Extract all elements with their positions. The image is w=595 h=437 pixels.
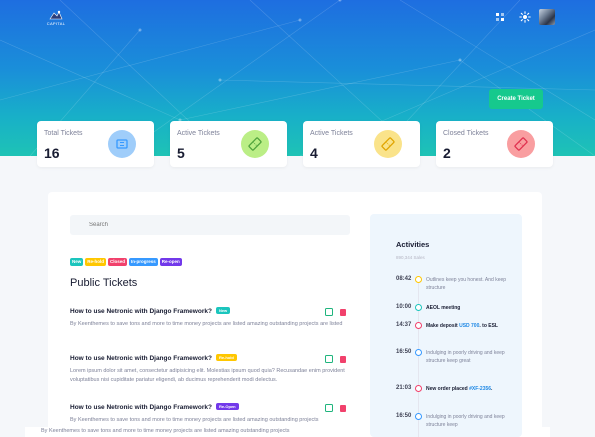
timeline-time: 14:37	[396, 322, 412, 328]
timeline-dot	[415, 385, 422, 392]
delete-icon[interactable]	[340, 405, 346, 412]
stat-label: Active Tickets	[310, 130, 353, 137]
public-tickets-title: Public Tickets	[70, 277, 138, 289]
chip-re-open[interactable]: Re-open	[159, 258, 182, 266]
ticket-icon	[108, 130, 136, 158]
timeline-text: Indulging in poorly driving and keep str…	[426, 350, 505, 364]
ticket-description: By Keenthemes to save tons and more to t…	[70, 321, 343, 327]
search-input[interactable]	[70, 215, 350, 235]
ticket-status-badge: Re-Open	[215, 403, 239, 410]
timeline-time: 21:03	[396, 385, 412, 391]
timeline-text: Outlines keep you honest. And keep struc…	[426, 277, 507, 291]
edit-icon[interactable]	[325, 404, 333, 412]
ticket-title[interactable]: How to use Netronic with Django Framewor…	[70, 403, 239, 411]
stat-value: 4	[310, 145, 318, 161]
ticket-description: Lorem ipsum dolor sit amet, consectetur …	[70, 368, 345, 383]
ticket-icon	[241, 130, 269, 158]
timeline-dot	[415, 349, 422, 356]
user-avatar[interactable]	[539, 9, 555, 25]
timeline-time: 08:42	[396, 276, 412, 282]
status-filter-chips: New Re-hold Closed In-progress Re-open	[70, 258, 182, 266]
stat-value: 5	[177, 145, 185, 161]
chip-new[interactable]: New	[70, 258, 84, 266]
logo-mark-icon	[49, 10, 63, 20]
capital-logo[interactable]: CAPITAL	[41, 10, 71, 30]
ticket-title[interactable]: How to use Netronic with Django Framewor…	[70, 307, 231, 315]
stat-card-total: Total Tickets 16	[37, 121, 154, 167]
logo-text: CAPITAL	[46, 21, 66, 26]
ticket-icon	[507, 130, 535, 158]
chip-re-hold[interactable]: Re-hold	[85, 258, 107, 266]
ticket-title[interactable]: How to use Netronic with Django Framewor…	[70, 354, 237, 362]
timeline-time: 16:50	[396, 349, 412, 355]
stat-label: Active Tickets	[177, 130, 220, 137]
timeline-dot	[415, 322, 422, 329]
activities-subtitle: 890,344 Sales	[396, 255, 425, 260]
timeline-dot	[415, 304, 422, 311]
activities-title: Activities	[396, 240, 430, 249]
sun-icon[interactable]	[519, 11, 531, 23]
timeline-text: New order placed #XF-2356.	[426, 386, 493, 392]
edit-icon[interactable]	[325, 308, 333, 316]
stat-card-closed: Closed Tickets 2	[436, 121, 553, 167]
chip-in-progress[interactable]: In-progress	[129, 258, 158, 266]
timeline-dot	[415, 413, 422, 420]
timeline-time: 10:00	[396, 304, 412, 310]
stat-card-active-1: Active Tickets 5	[170, 121, 287, 167]
delete-icon[interactable]	[340, 309, 346, 316]
stat-label: Closed Tickets	[443, 130, 489, 137]
timeline-text: AEOL meeting	[426, 305, 461, 311]
stat-label: Total Tickets	[44, 130, 83, 137]
create-ticket-button[interactable]: Create Ticket	[489, 89, 543, 109]
timeline-text: Indulging in poorly driving and keep str…	[426, 414, 505, 428]
ticket-status-badge: Re-hold	[215, 354, 237, 361]
grid-icon[interactable]	[494, 11, 506, 23]
stat-value: 16	[44, 145, 60, 161]
order-link[interactable]: #XF-2356	[469, 386, 491, 392]
chip-closed[interactable]: Closed	[108, 258, 128, 266]
ticket-icon	[374, 130, 402, 158]
timeline-dot	[415, 276, 422, 283]
footer-text: By Keenthemes to save tons and more to t…	[41, 428, 290, 434]
timeline-time: 16:50	[396, 413, 412, 419]
timeline-text: Make deposit USD 700. to ESL	[426, 323, 498, 329]
stat-value: 2	[443, 145, 451, 161]
ticket-description: By Keenthemes to save tons and more to t…	[70, 417, 319, 423]
delete-icon[interactable]	[340, 356, 346, 363]
ticket-status-badge: New	[215, 307, 231, 314]
deposit-link[interactable]: USD 700	[459, 323, 479, 329]
edit-icon[interactable]	[325, 355, 333, 363]
stat-card-active-2: Active Tickets 4	[303, 121, 420, 167]
